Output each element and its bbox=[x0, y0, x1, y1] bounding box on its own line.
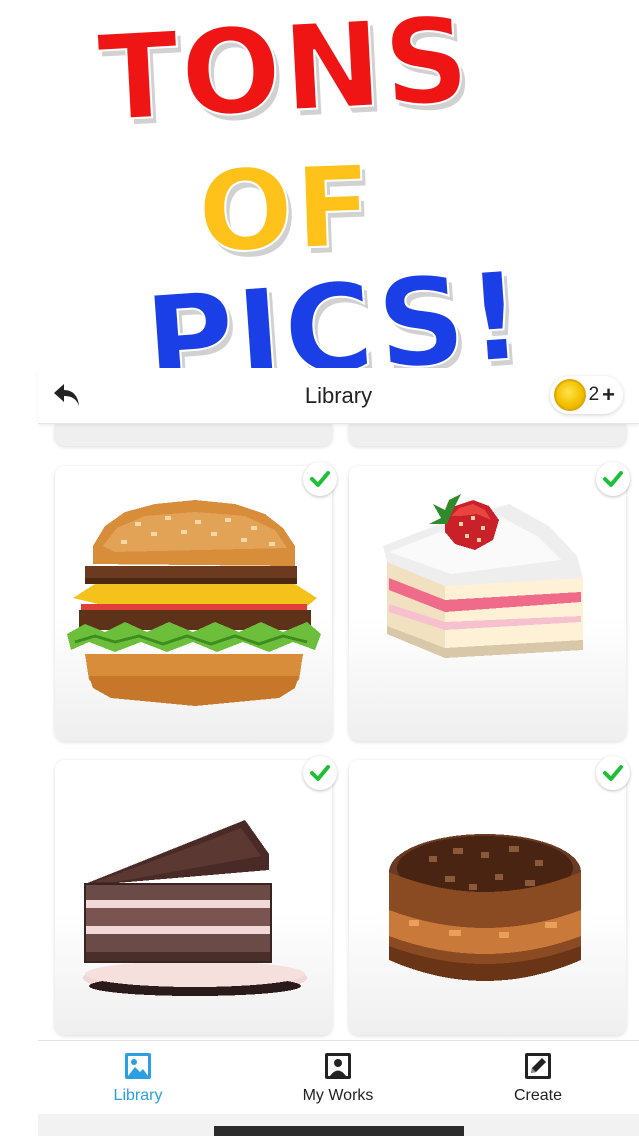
completed-check-badge bbox=[303, 756, 337, 790]
page-title: Library bbox=[304, 383, 373, 408]
completed-check-badge bbox=[596, 462, 630, 496]
check-icon bbox=[603, 471, 623, 487]
nav-my-works[interactable]: My Works bbox=[278, 1051, 398, 1105]
ad-banner[interactable] bbox=[214, 1126, 464, 1136]
image-icon bbox=[125, 1053, 151, 1079]
library-card-strawberry-cake[interactable] bbox=[349, 466, 626, 741]
top-bar: Library 2 + bbox=[38, 368, 639, 424]
library-card-burger[interactable] bbox=[55, 466, 332, 741]
cake-slice-artwork bbox=[383, 494, 583, 658]
library-grid bbox=[38, 424, 639, 1040]
library-card-partial[interactable] bbox=[55, 424, 332, 446]
check-icon bbox=[603, 765, 623, 781]
pencil-icon bbox=[525, 1053, 551, 1079]
nav-label-my-works: My Works bbox=[302, 1087, 374, 1104]
nav-label-library: Library bbox=[113, 1087, 163, 1104]
nav-library[interactable]: Library bbox=[78, 1051, 198, 1105]
portrait-icon bbox=[325, 1053, 351, 1079]
completed-check-badge bbox=[303, 462, 337, 496]
check-icon bbox=[310, 765, 330, 781]
burger-artwork bbox=[67, 500, 321, 706]
app-window: Library 2 + Library My Works Create bbox=[38, 368, 639, 1136]
nav-label-create: Create bbox=[513, 1087, 563, 1104]
coin-icon bbox=[553, 379, 586, 411]
completed-check-badge bbox=[596, 756, 630, 790]
coin-balance-button[interactable]: 2 + bbox=[549, 376, 623, 414]
promo-banner: TONS OF PICS! bbox=[0, 0, 639, 414]
round-cake-artwork bbox=[389, 834, 581, 981]
library-card-round-cake[interactable] bbox=[349, 760, 626, 1035]
check-icon bbox=[310, 471, 330, 487]
bottom-strip bbox=[38, 1114, 639, 1136]
promo-line-1: TONS bbox=[94, 0, 475, 149]
library-card-partial[interactable] bbox=[349, 424, 626, 446]
nav-create[interactable]: Create bbox=[478, 1051, 598, 1105]
plus-icon: + bbox=[602, 382, 615, 407]
bottom-nav: Library My Works Create bbox=[38, 1040, 639, 1114]
library-card-chocolate-cake[interactable] bbox=[55, 760, 332, 1035]
coin-count: 2 bbox=[588, 384, 600, 405]
chocolate-cake-artwork bbox=[83, 820, 307, 996]
